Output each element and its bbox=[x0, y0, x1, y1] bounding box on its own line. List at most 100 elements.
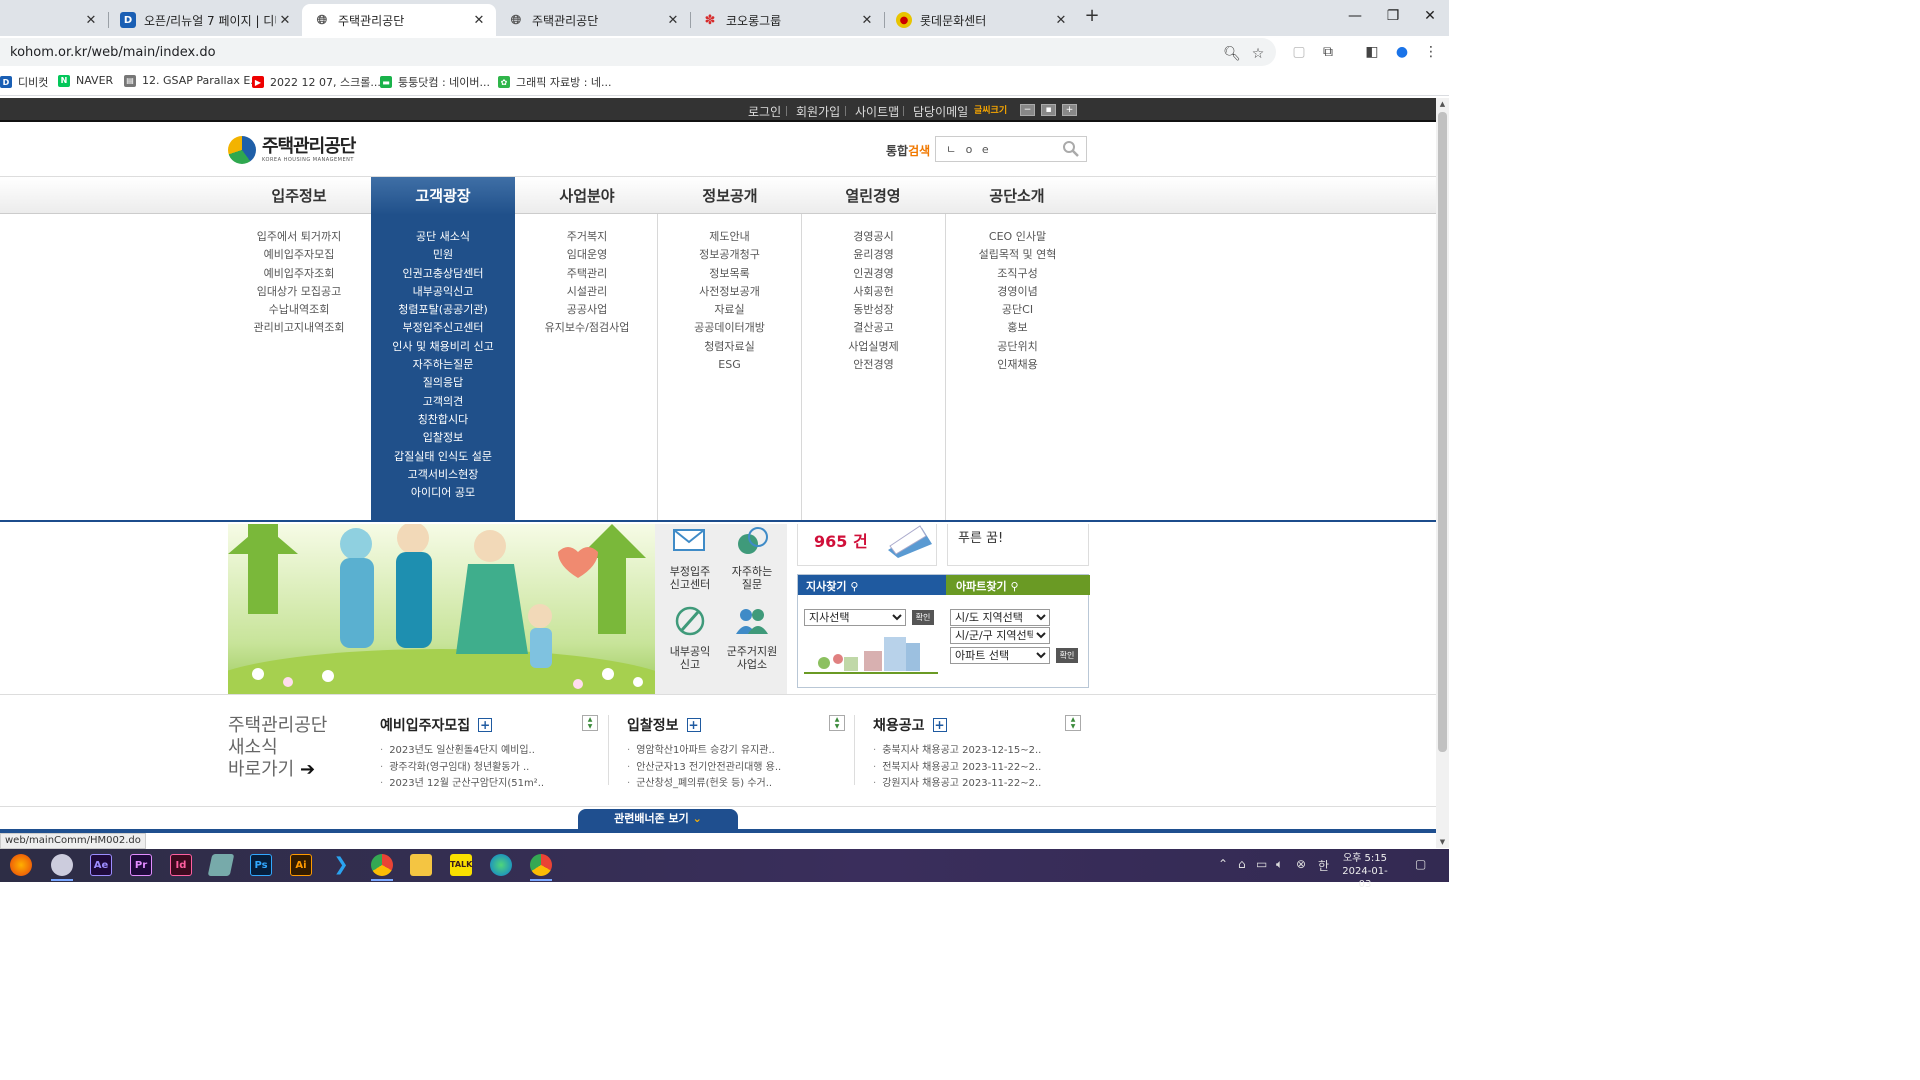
chrome-icon[interactable] bbox=[530, 854, 552, 876]
chevron-up-icon[interactable]: ⌃ bbox=[1218, 857, 1228, 871]
submenu-item[interactable]: 입주에서 퇴거까지 bbox=[227, 228, 371, 246]
list-item[interactable]: 전북지사 채용공고 2023-11-22~2.. bbox=[873, 760, 1095, 777]
submenu-item[interactable]: ESG bbox=[658, 356, 801, 374]
tab-blank[interactable]: ✕ bbox=[0, 4, 108, 36]
submenu-item[interactable]: 청렴자료실 bbox=[658, 338, 801, 356]
illustrator-icon[interactable]: Ai bbox=[290, 854, 312, 876]
submenu-item[interactable]: 공단 새소식 bbox=[371, 228, 515, 246]
font-decrease-button[interactable]: − bbox=[1020, 104, 1035, 116]
close-icon[interactable]: ✕ bbox=[276, 13, 294, 28]
submenu-item[interactable]: 인사 및 채용비리 신고 bbox=[371, 338, 515, 356]
submenu-item[interactable]: 자주하는질문 bbox=[371, 356, 515, 374]
chrome-icon[interactable] bbox=[371, 854, 393, 876]
notification-icon[interactable]: ▢ bbox=[1415, 857, 1426, 871]
sidepanel-icon[interactable]: ◧ bbox=[1362, 42, 1382, 62]
font-reset-button[interactable]: ▪ bbox=[1041, 104, 1056, 116]
minimize-button[interactable]: — bbox=[1340, 6, 1370, 26]
list-item[interactable]: 영암학산1아파트 승강기 유지관.. bbox=[627, 743, 849, 760]
scroll-updown-icon[interactable]: ▲ ▼ bbox=[1065, 715, 1081, 731]
banner-zone-button[interactable]: 관련배너존 보기 ⌄ bbox=[578, 809, 738, 829]
submenu-item[interactable]: 입찰정보 bbox=[371, 429, 515, 447]
submenu-item[interactable]: 조직구성 bbox=[946, 265, 1089, 283]
submenu-item[interactable]: 설립목적 및 연혁 bbox=[946, 246, 1089, 264]
tab-dbcut[interactable]: D 오픈/리뉴얼 7 페이지 | 디비컷 ✕ bbox=[108, 4, 302, 36]
close-window-button[interactable]: ✕ bbox=[1415, 6, 1445, 26]
submenu-item[interactable]: 시설관리 bbox=[515, 283, 659, 301]
photoshop-icon[interactable]: Ps bbox=[250, 854, 272, 876]
scrollbar-thumb[interactable] bbox=[1438, 112, 1447, 752]
submenu-item[interactable]: 제도안내 bbox=[658, 228, 801, 246]
bookmark-item[interactable]: ▬ 퉁퉁닷컴 : 네이버... bbox=[380, 74, 490, 90]
list-item[interactable]: 2023년도 일산휜돌4단지 예비입.. bbox=[380, 743, 602, 760]
new-tab-button[interactable]: + bbox=[1082, 6, 1102, 26]
close-icon[interactable]: ✕ bbox=[470, 13, 488, 28]
plus-icon[interactable]: + bbox=[478, 718, 493, 732]
quick-link-whistleblow[interactable]: 내부공익 신고 bbox=[657, 606, 723, 671]
premiere-icon[interactable]: Pr bbox=[130, 854, 152, 876]
submenu-item[interactable]: 고객서비스현장 bbox=[371, 466, 515, 484]
search-input[interactable] bbox=[946, 142, 1056, 155]
url-text[interactable]: kohom.or.kr/web/main/index.do bbox=[10, 45, 216, 60]
submenu-item[interactable]: 내부공익신고 bbox=[371, 283, 515, 301]
app-icon[interactable] bbox=[207, 854, 235, 876]
bookmark-item[interactable]: ▶ 2022 12 07, 스크롤... bbox=[252, 74, 381, 90]
after-effects-icon[interactable]: Ae bbox=[90, 854, 112, 876]
branch-finder-tab[interactable]: 지사찾기 ⚲ bbox=[798, 575, 946, 595]
bookmark-item[interactable]: ✿ 그래픽 자료방 : 네... bbox=[498, 74, 612, 90]
sitemap-link[interactable]: 사이트맵 bbox=[855, 103, 899, 120]
submenu-item[interactable]: 주거복지 bbox=[515, 228, 659, 246]
submenu-item[interactable]: 임대상가 모집공고 bbox=[227, 283, 371, 301]
monitor-icon[interactable]: ▭ bbox=[1256, 857, 1267, 871]
plus-icon[interactable]: + bbox=[932, 718, 947, 732]
indesign-icon[interactable]: Id bbox=[170, 854, 192, 876]
board-title[interactable]: 입찰정보 bbox=[627, 715, 679, 735]
submenu-item[interactable]: CEO 인사말 bbox=[946, 228, 1089, 246]
submenu-item[interactable]: 공공데이터개방 bbox=[658, 319, 801, 337]
puzzle-icon[interactable]: ⧉ bbox=[1318, 42, 1338, 62]
firefox-icon[interactable] bbox=[10, 854, 32, 876]
submenu-item[interactable]: 안전경영 bbox=[802, 356, 945, 374]
apartment-select[interactable]: 아파트 선택 bbox=[950, 647, 1050, 664]
submenu-item[interactable]: 사전정보공개 bbox=[658, 283, 801, 301]
clock[interactable]: 오후 5:15 2024-01-03 bbox=[1338, 852, 1392, 891]
submenu-item[interactable]: 예비입주자모집 bbox=[227, 246, 371, 264]
submenu-item[interactable]: 민원 bbox=[371, 246, 515, 264]
board-title[interactable]: 예비입주자모집 bbox=[380, 715, 470, 735]
list-item[interactable]: 광주각화(영구임대) 청년활동가 .. bbox=[380, 760, 602, 777]
board-title[interactable]: 채용공고 bbox=[873, 715, 925, 735]
submenu-item[interactable]: 인권경영 bbox=[802, 265, 945, 283]
submenu-item[interactable]: 공단CI bbox=[946, 301, 1089, 319]
page-scrollbar[interactable]: ▲ ▼ bbox=[1436, 98, 1449, 848]
address-bar[interactable]: kohom.or.kr/web/main/index.do 🔍︎ ☆ bbox=[0, 38, 1276, 66]
submenu-item[interactable]: 경영이념 bbox=[946, 283, 1089, 301]
zoom-icon[interactable]: 🔍︎ bbox=[1222, 44, 1242, 64]
login-link[interactable]: 로그인 bbox=[748, 103, 781, 120]
submenu-item[interactable]: 아이디어 공모 bbox=[371, 484, 515, 502]
submenu-item[interactable]: 청렴포탈(공공기관) bbox=[371, 301, 515, 319]
site-logo[interactable]: 주택관리공단 KOREA HOUSING MANAGEMENT bbox=[228, 136, 356, 164]
quick-link-faq[interactable]: 자주하는 질문 bbox=[719, 526, 785, 591]
close-circle-icon[interactable]: ⊗ bbox=[1296, 857, 1306, 871]
submenu-item[interactable]: 윤리경영 bbox=[802, 246, 945, 264]
nav-open-management[interactable]: 열린경영 bbox=[801, 177, 945, 215]
quick-link-fraud-report[interactable]: 부정입주 신고센터 bbox=[657, 526, 723, 591]
branch-select[interactable]: 지사선택 bbox=[804, 609, 906, 626]
submenu-item[interactable]: 부정입주신고센터 bbox=[371, 319, 515, 337]
scroll-down-icon[interactable]: ▼ bbox=[1436, 836, 1449, 848]
tab-kohom[interactable]: 🌐︎ 주택관리공단 ✕ bbox=[496, 4, 690, 36]
list-item[interactable]: 안산군자13 전기안전관리대행 용.. bbox=[627, 760, 849, 777]
branch-ok-button[interactable]: 확인 bbox=[912, 610, 934, 625]
scroll-updown-icon[interactable]: ▲ ▼ bbox=[829, 715, 845, 731]
tab-kolon[interactable]: ✽ 코오롱그룹 ✕ bbox=[690, 4, 884, 36]
bookmark-star-icon[interactable]: ☆ bbox=[1248, 44, 1268, 64]
scroll-updown-icon[interactable]: ▲ ▼ bbox=[582, 715, 598, 731]
close-icon[interactable]: ✕ bbox=[82, 13, 100, 28]
font-increase-button[interactable]: + bbox=[1062, 104, 1077, 116]
scroll-up-icon[interactable]: ▲ bbox=[1436, 98, 1449, 110]
news-shortcut-link[interactable]: 주택관리공단 새소식 바로가기 ➔ bbox=[228, 715, 327, 781]
apartment-ok-button[interactable]: 확인 bbox=[1056, 648, 1078, 663]
close-icon[interactable]: ✕ bbox=[858, 13, 876, 28]
list-item[interactable]: 강원지사 채용공고 2023-11-22~2.. bbox=[873, 776, 1095, 793]
sigungu-select[interactable]: 시/군/구 지역선택 bbox=[950, 627, 1050, 644]
app-icon[interactable] bbox=[51, 854, 73, 876]
